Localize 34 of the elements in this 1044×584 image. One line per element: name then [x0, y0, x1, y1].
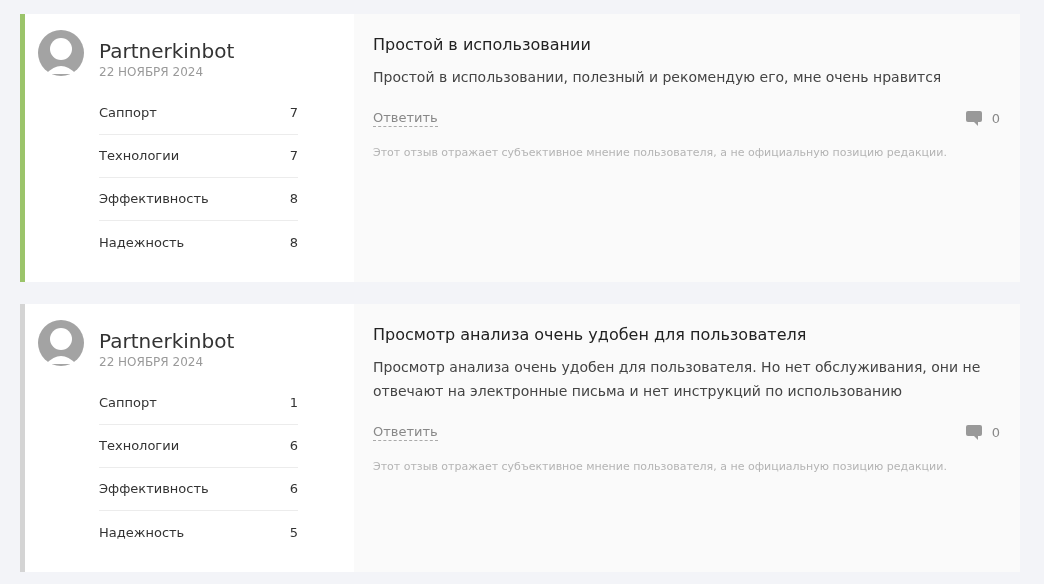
rating-label: Саппорт: [99, 104, 157, 123]
rating-label: Технологии: [99, 147, 180, 166]
rating-label: Надежность: [99, 523, 185, 542]
rating-label: Саппорт: [99, 394, 157, 413]
rating-score: 6: [289, 480, 298, 499]
review-text: Просмотр анализа очень удобен для пользователя. Но нет обслуживания, они не отвечают на электронные письма и нет инструкций по использованию: [373, 358, 982, 401]
review-date: 22 НОЯБРЯ 2024: [99, 354, 205, 370]
avatar-icon: [38, 30, 84, 76]
rating-score: 5: [289, 523, 298, 542]
rating-score: 8: [289, 233, 298, 252]
comment-icon: [965, 111, 982, 127]
rating-label: Надежность: [99, 233, 185, 252]
rating-label: Эффективность: [99, 190, 209, 209]
review-title: Просмотр анализа очень удобен для пользователя: [373, 324, 808, 346]
disclaimer-text: Этот отзыв отражает субъективное мнение пользователя, а не официальную позицию редакции.: [373, 458, 948, 475]
rating-score: 1: [289, 394, 298, 413]
disclaimer-text: Этот отзыв отражает субъективное мнение пользователя, а не официальную позицию редакции.: [373, 144, 948, 161]
reply-link[interactable]: Ответить: [373, 110, 438, 128]
comment-count: 0: [991, 110, 1000, 128]
rating-score: 8: [289, 190, 298, 209]
rating-score: 7: [289, 104, 298, 123]
rating-label: Эффективность: [99, 480, 209, 499]
rating-score: 6: [289, 437, 298, 456]
reply-link[interactable]: Ответить: [373, 424, 438, 442]
comment-icon: [965, 425, 982, 441]
author-name: Partnerkinbot: [99, 328, 236, 354]
review-date: 22 НОЯБРЯ 2024: [99, 64, 205, 80]
avatar-icon: [38, 320, 84, 366]
review-text: Простой в использовании, полезный и рекомендую его, мне очень нравится: [373, 68, 943, 87]
comment-count: 0: [991, 424, 1000, 442]
rating-label: Технологии: [99, 437, 180, 456]
rating-score: 7: [289, 147, 298, 166]
author-name: Partnerkinbot: [99, 38, 236, 64]
review-title: Простой в использовании: [373, 34, 592, 56]
